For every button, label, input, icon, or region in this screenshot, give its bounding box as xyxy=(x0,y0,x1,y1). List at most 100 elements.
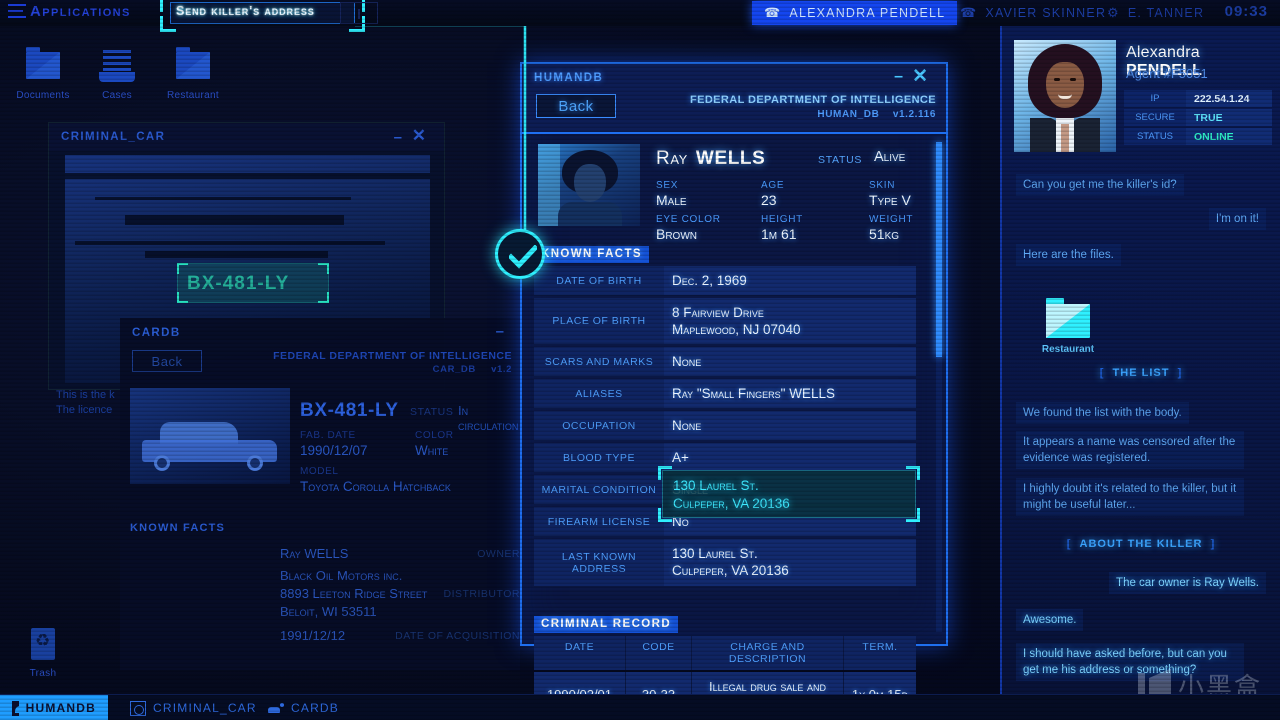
subject-attr-height: HEIGHT 1m 61 xyxy=(761,214,803,242)
contact-name: XAVIER SKINNER xyxy=(985,6,1107,20)
table-row: ALIASES Ray "Small Fingers" WELLS xyxy=(534,379,916,409)
row-value: 8 Fairview Drive Maplewood, NJ 07040 xyxy=(672,305,801,337)
agent-stat-ip: IP 222.54.1.24 xyxy=(1124,90,1272,107)
objective-text: Send killer's address xyxy=(176,4,315,18)
chat-message: Can you get me the killer's id? xyxy=(1016,174,1184,196)
stat-key: STATUS xyxy=(1124,128,1186,145)
humandb-scrollbar[interactable] xyxy=(936,142,942,632)
table-header-row: DATE CODE CHARGE AND DESCRIPTION TERM. xyxy=(534,636,916,670)
row-label: LAST KNOWN ADDRESS xyxy=(534,539,664,586)
humandb-body: Ray WELLS STATUS Alive SEX Male AGE 23 SK… xyxy=(522,134,946,718)
cardb-field-fab-date: FAB. DATE 1990/12/07 xyxy=(300,430,368,458)
row-value: Dec. 2, 1969 xyxy=(672,273,747,288)
desktop-screen: Documents Cases Restaurant Trash CRIMINA… xyxy=(0,0,1280,720)
row-value: A+ xyxy=(672,450,689,465)
cardb-titlebar[interactable]: CARDB – xyxy=(120,318,520,348)
folder-icon xyxy=(171,47,215,86)
humandb-titlebar[interactable]: HUMANDB – ✕ xyxy=(522,64,946,90)
table-row: OCCUPATION None xyxy=(534,411,916,441)
highlighted-address-text: 130 Laurel St. Culpeper, VA 20136 xyxy=(673,477,790,513)
field-label: COLOR xyxy=(415,430,454,441)
minimize-icon[interactable]: – xyxy=(496,323,504,340)
objective-check-badge xyxy=(495,229,545,279)
humandb-subheader: Back FEDERAL DEPARTMENT OF INTELLIGENCE … xyxy=(522,90,946,134)
attr-label: WEIGHT xyxy=(869,214,914,225)
chat-message: It appears a name was censored after the… xyxy=(1016,431,1244,469)
attr-value: 51kg xyxy=(869,226,900,242)
cardb-status-label: STATUS xyxy=(410,406,454,418)
contact-e-tanner[interactable]: ⚙ E. TANNER xyxy=(1095,1,1216,25)
applications-menu-label[interactable]: Applications xyxy=(30,3,131,20)
separator-label: ABOUT THE KILLER xyxy=(1079,538,1203,550)
column-header: CHARGE AND DESCRIPTION xyxy=(692,636,844,670)
highlighted-address[interactable]: 130 Laurel St. Culpeper, VA 20136 xyxy=(658,466,920,522)
subject-name: Ray WELLS xyxy=(656,148,765,170)
stat-value: ONLINE xyxy=(1186,128,1272,145)
row-label: MARITAL CONDITION xyxy=(534,475,664,504)
desktop-icon-label: Cases xyxy=(102,90,132,101)
cardb-window[interactable]: CARDB – Back FEDERAL DEPARTMENT OF INTEL… xyxy=(120,318,520,670)
row-label: BLOOD TYPE xyxy=(534,443,664,472)
row-label: OCCUPATION xyxy=(534,411,664,440)
humandb-version: v1.2.116 xyxy=(892,109,936,120)
stat-key: IP xyxy=(1124,90,1186,107)
contact-name: ALEXANDRA PENDELL xyxy=(789,6,946,20)
desktop-icon-label: Documents xyxy=(16,90,70,101)
field-label: MODEL xyxy=(300,466,339,477)
humandb-org-name: FEDERAL DEPARTMENT OF INTELLIGENCE xyxy=(689,94,936,106)
humandb-db-info: HUMAN_DB v1.2.116 xyxy=(690,109,936,120)
minimize-icon[interactable]: – xyxy=(394,129,402,146)
contact-alexandra-pendell[interactable]: ☎ ALEXANDRA PENDELL xyxy=(752,1,958,25)
desktop-icon-label: Trash xyxy=(29,668,57,679)
phone-icon: ☎ xyxy=(960,5,978,20)
cardb-org-name: FEDERAL DEPARTMENT OF INTELLIGENCE xyxy=(273,350,512,362)
license-plate-highlight: BX-481-LY xyxy=(177,263,329,303)
close-icon[interactable]: ✕ xyxy=(912,65,928,88)
bracket-left: [ xyxy=(1066,538,1072,550)
column-header: TERM. xyxy=(862,641,898,653)
chat-message: Awesome. xyxy=(1016,609,1084,631)
cardb-back-button[interactable]: Back xyxy=(132,350,202,372)
chat-separator-the-list: [ THE LIST ] xyxy=(1002,367,1280,379)
humandb-icon xyxy=(12,700,26,716)
attr-value: Type V xyxy=(869,192,911,208)
attr-value: 23 xyxy=(761,192,777,208)
menu-icon[interactable] xyxy=(8,4,26,20)
desktop-icon-documents[interactable]: Documents xyxy=(4,47,82,101)
taskbar-item-humandb[interactable]: HUMANDB xyxy=(0,695,108,720)
desktop-icon-cases[interactable]: Cases xyxy=(78,48,156,101)
desktop-icon-restaurant[interactable]: Restaurant xyxy=(154,47,232,101)
taskbar-label: CRIMINAL_CAR xyxy=(153,701,257,715)
taskbar-item-cardb[interactable]: CARDB xyxy=(256,695,351,720)
desktop-icon-trash[interactable]: Trash xyxy=(4,626,82,679)
minimize-icon[interactable]: – xyxy=(894,68,903,86)
stat-value: 222.54.1.24 xyxy=(1186,90,1272,107)
taskbar-item-criminal-car[interactable]: CRIMINAL_CAR xyxy=(118,695,269,720)
bracket-left: [ xyxy=(1099,367,1105,379)
close-icon[interactable]: ✕ xyxy=(412,126,426,146)
row-label: ALIASES xyxy=(534,379,664,408)
trash-icon xyxy=(21,626,65,664)
humandb-db-name: HUMAN_DB xyxy=(817,109,880,120)
humandb-back-button[interactable]: Back xyxy=(536,94,616,118)
subject-status-label: STATUS xyxy=(818,154,863,166)
documents-folder-icon xyxy=(21,47,65,86)
scrollbar-thumb[interactable] xyxy=(936,142,942,357)
cardb-car-photo xyxy=(130,388,290,484)
attr-label: SEX xyxy=(656,180,679,191)
fact-value: Black Oil Motors inc. 8893 Leeton Ridge … xyxy=(280,568,428,619)
subject-first-name: Ray xyxy=(656,148,688,169)
objective-banner: Send killer's address xyxy=(160,0,365,32)
attr-value: Brown xyxy=(656,226,697,242)
cases-tray-icon xyxy=(95,48,139,86)
chat-message: I'm on it! xyxy=(1208,208,1266,230)
attr-value: Male xyxy=(656,192,687,208)
field-label: FAB. DATE xyxy=(300,430,356,441)
humandb-window[interactable]: HUMANDB – ✕ Back FEDERAL DEPARTMENT OF I… xyxy=(520,62,948,718)
field-value: 1990/12/07 xyxy=(300,443,368,458)
fact-value: 1991/12/12 xyxy=(280,628,346,643)
contact-xavier-skinner[interactable]: ☎ XAVIER SKINNER xyxy=(948,1,1118,25)
cardb-org-header: FEDERAL DEPARTMENT OF INTELLIGENCE CAR_D… xyxy=(273,350,512,375)
criminal-car-titlebar[interactable]: CRIMINAL_CAR – ✕ xyxy=(49,123,444,151)
criminal-car-title: CRIMINAL_CAR xyxy=(61,131,166,143)
